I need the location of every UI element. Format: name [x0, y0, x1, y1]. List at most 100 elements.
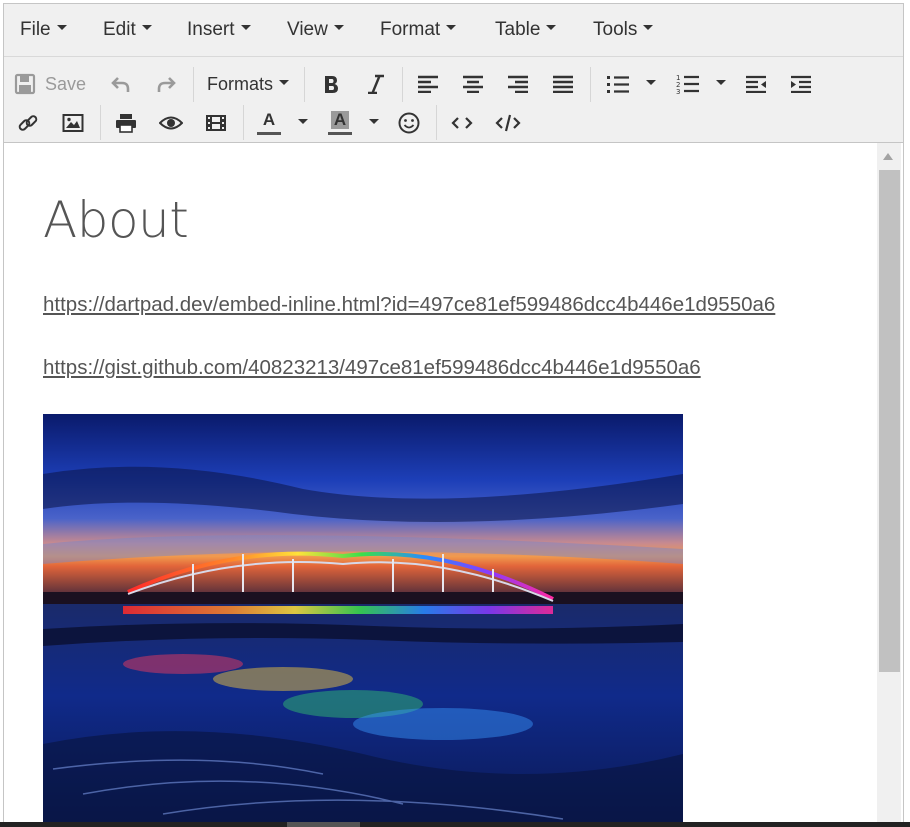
menu-view-label: View	[287, 19, 328, 40]
toolbar-divider	[243, 105, 244, 140]
indent-icon	[791, 75, 811, 93]
align-right-button[interactable]	[506, 71, 530, 97]
caret-down-icon	[446, 25, 457, 31]
caret-down-icon	[716, 79, 726, 85]
caret-down-icon	[240, 25, 251, 31]
caret-down-icon	[546, 25, 557, 31]
menu-file-label: File	[20, 19, 51, 40]
horizontal-scrollbar[interactable]	[0, 822, 910, 827]
menu-tools-label: Tools	[593, 19, 638, 40]
caret-down-icon	[56, 25, 67, 31]
menubar: File Edit Insert View Format Table Tools	[4, 4, 903, 57]
align-right-icon	[508, 75, 528, 93]
toolbar-divider	[100, 105, 101, 140]
italic-button[interactable]	[364, 71, 388, 97]
italic-icon	[368, 74, 384, 94]
source-code-button[interactable]	[495, 110, 521, 136]
background-color-dropdown[interactable]	[367, 110, 381, 136]
menu-insert-label: Insert	[187, 19, 235, 40]
editor-content[interactable]: About https://dartpad.dev/embed-inline.h…	[4, 143, 876, 824]
caret-down-icon	[279, 79, 290, 85]
code-sample-button[interactable]	[450, 110, 474, 136]
insert-media-button[interactable]	[204, 110, 228, 136]
background-color-button[interactable]: A	[327, 108, 353, 138]
preview-button[interactable]	[159, 110, 183, 136]
undo-button[interactable]	[110, 71, 132, 97]
menu-table[interactable]: Table	[495, 19, 557, 41]
link-icon	[18, 115, 38, 131]
menu-insert[interactable]: Insert	[187, 19, 251, 41]
align-left-icon	[418, 75, 438, 93]
numbered-list-dropdown[interactable]	[714, 71, 728, 97]
insert-image-button[interactable]	[61, 110, 85, 136]
toolbar: Save Formats 1 2 3 A A	[4, 57, 903, 143]
indent-button[interactable]	[789, 71, 813, 97]
formats-dropdown-label: Formats	[207, 73, 274, 94]
bullet-list-icon	[607, 76, 629, 93]
rainbow-bridge-image	[43, 414, 683, 824]
text-color-button[interactable]: A	[256, 108, 282, 138]
formats-dropdown[interactable]: Formats	[207, 71, 290, 97]
film-icon	[206, 115, 226, 131]
code-icon	[451, 117, 473, 129]
caret-down-icon	[646, 79, 656, 85]
text-color-letter: A	[262, 110, 276, 129]
print-icon	[116, 114, 136, 133]
scrollbar-thumb[interactable]	[879, 170, 900, 672]
menu-file[interactable]: File	[20, 19, 67, 41]
menu-tools[interactable]: Tools	[593, 19, 654, 41]
bullet-list-button[interactable]	[606, 71, 630, 97]
smiley-icon	[398, 112, 420, 134]
caret-down-icon	[333, 25, 344, 31]
save-button-label: Save	[45, 73, 87, 94]
text-color-swatch	[257, 132, 281, 135]
background-color-letter: A	[330, 111, 350, 129]
align-center-icon	[463, 75, 483, 93]
scroll-up-arrow-icon[interactable]	[883, 153, 893, 160]
horizontal-scrollbar-thumb[interactable]	[287, 822, 360, 827]
redo-icon	[157, 77, 176, 92]
caret-down-icon	[298, 118, 308, 124]
redo-button[interactable]	[155, 71, 177, 97]
gist-link[interactable]: https://gist.github.com/40823213/497ce81…	[43, 356, 701, 380]
emoticons-button[interactable]	[397, 110, 421, 136]
align-left-button[interactable]	[416, 71, 440, 97]
background-color-swatch	[328, 132, 352, 135]
bridge-photo	[43, 414, 683, 824]
save-button[interactable]: Save	[14, 71, 86, 97]
caret-down-icon	[369, 118, 379, 124]
bold-icon	[325, 76, 338, 93]
page-heading: About	[43, 191, 189, 249]
bullet-list-dropdown[interactable]	[644, 71, 658, 97]
toolbar-divider	[193, 67, 194, 102]
toolbar-divider	[402, 67, 403, 102]
toolbar-divider	[436, 105, 437, 140]
menu-edit-label: Edit	[103, 19, 136, 40]
menu-view[interactable]: View	[287, 19, 344, 41]
align-center-button[interactable]	[461, 71, 485, 97]
save-icon	[14, 73, 36, 95]
align-justify-icon	[553, 75, 573, 93]
bold-button[interactable]	[319, 71, 343, 97]
text-color-dropdown[interactable]	[296, 110, 310, 136]
image-icon	[62, 114, 84, 132]
vertical-scrollbar[interactable]	[877, 143, 901, 824]
svg-text:3: 3	[676, 88, 680, 95]
align-justify-button[interactable]	[551, 71, 575, 97]
toolbar-divider	[304, 67, 305, 102]
outdent-icon	[746, 75, 766, 93]
caret-down-icon	[643, 25, 654, 31]
menu-format-label: Format	[380, 19, 441, 40]
undo-icon	[111, 77, 130, 92]
source-code-icon	[495, 114, 521, 132]
numbered-list-button[interactable]: 123	[676, 71, 700, 97]
print-button[interactable]	[114, 110, 138, 136]
toolbar-divider	[590, 67, 591, 102]
insert-link-button[interactable]	[16, 110, 40, 136]
numbered-list-icon: 123	[676, 74, 699, 95]
menu-table-label: Table	[495, 19, 541, 40]
dartpad-link[interactable]: https://dartpad.dev/embed-inline.html?id…	[43, 293, 775, 317]
menu-format[interactable]: Format	[380, 19, 457, 41]
outdent-button[interactable]	[744, 71, 768, 97]
menu-edit[interactable]: Edit	[103, 19, 152, 41]
